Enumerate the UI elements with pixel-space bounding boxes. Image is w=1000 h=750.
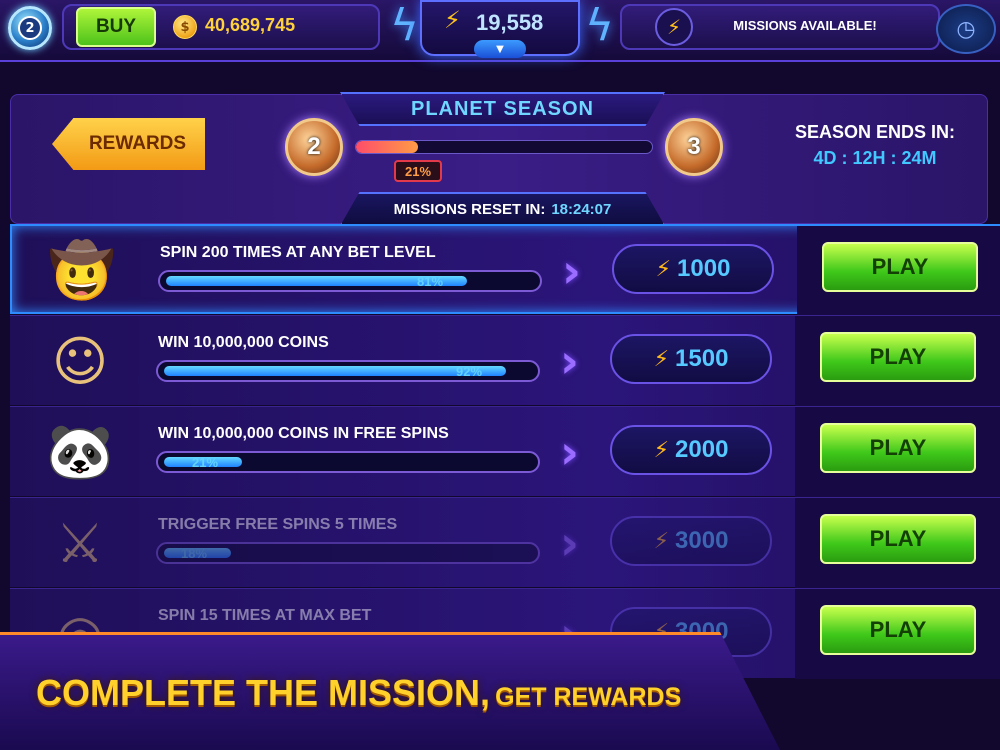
missions-reset-label: MISSIONS RESET IN:: [393, 200, 546, 218]
mission-title: WIN 10,000,000 COINS IN FREE SPINS: [158, 425, 449, 442]
promo-headline: COMPLETE THE MISSION,: [36, 672, 491, 713]
mission-progress-bar: 21%: [156, 451, 540, 473]
cowboy-avatar: 🤠: [48, 239, 116, 302]
reward-bolt-icon: ⚡: [653, 528, 670, 554]
lightning-left-icon: ϟ: [390, 0, 420, 51]
season-progress-fill: [356, 141, 419, 153]
lightning-right-icon: ϟ: [585, 0, 615, 51]
mission-reward-value: 3000: [675, 527, 729, 554]
season-progress-bar: [355, 140, 653, 154]
mission-reward-value: 1500: [675, 345, 729, 372]
mission-progress-label: 81%: [417, 274, 444, 289]
next-planet-orb: 3: [665, 118, 723, 176]
mission-reward-value: 1000: [677, 255, 731, 282]
missions-reset-tab: MISSIONS RESET IN: 18:24:07: [340, 192, 665, 226]
play-button[interactable]: PLAY: [820, 423, 976, 473]
arrow-right-icon: ›: [560, 425, 579, 479]
energy-balance: 19,558: [476, 10, 544, 35]
play-button[interactable]: PLAY: [820, 605, 976, 655]
buy-button[interactable]: BUY: [76, 7, 156, 47]
mission-reward-value: 2000: [675, 436, 729, 463]
mission-title: SPIN 15 TIMES AT MAX BET: [158, 607, 372, 624]
mission-reward: ⚡ 1500: [610, 334, 772, 384]
mission-progress-bar: 81%: [158, 270, 542, 292]
mission-title: TRIGGER FREE SPINS 5 TIMES: [158, 516, 398, 533]
arrow-right-icon: ›: [562, 244, 581, 298]
mission-progress-bar: 92%: [156, 360, 540, 382]
rewards-label: REWARDS: [88, 133, 187, 154]
season-title: PLANET SEASON: [410, 97, 595, 120]
mission-row: ⚔ TRIGGER FREE SPINS 5 TIMES 18% › ⚡ 300…: [10, 497, 1000, 588]
mission-title: SPIN 200 TIMES AT ANY BET LEVEL: [160, 244, 436, 261]
season-ends-countdown: 4D : 12H : 24M: [813, 148, 937, 168]
reward-bolt-icon: ⚡: [653, 346, 670, 372]
chevron-down-icon[interactable]: ▼: [474, 40, 526, 58]
next-planet-level: 3: [687, 133, 701, 160]
coin-icon: $: [173, 15, 197, 39]
player-level-badge[interactable]: 2: [8, 6, 52, 50]
play-button[interactable]: PLAY: [822, 242, 978, 292]
arrow-right-icon: ›: [560, 516, 579, 570]
season-title-tab: PLANET SEASON: [340, 92, 665, 126]
reward-bolt-icon: ⚡: [653, 437, 670, 463]
reward-bolt-icon: ⚡: [655, 256, 672, 282]
play-button[interactable]: PLAY: [820, 514, 976, 564]
mission-progress-label: 18%: [181, 546, 208, 561]
season-ends-label: SEASON ENDS IN:: [794, 122, 956, 142]
warrior-avatar: ⚔: [55, 511, 105, 575]
play-button[interactable]: PLAY: [820, 332, 976, 382]
bolt-icon: ⚡: [444, 6, 461, 34]
player-level: 2: [18, 16, 42, 40]
current-planet-orb: 2: [285, 118, 343, 176]
missions-available-label[interactable]: MISSIONS AVAILABLE!: [700, 18, 910, 33]
mission-reward: ⚡ 2000: [610, 425, 772, 475]
rewards-button[interactable]: REWARDS: [52, 118, 205, 170]
promo-subline: GET REWARDS: [495, 683, 682, 711]
clock-icon[interactable]: ◷: [936, 4, 996, 54]
mission-progress-bar: 18%: [156, 542, 540, 564]
mission-progress-label: 21%: [192, 455, 219, 470]
mission-reward: ⚡ 1000: [612, 244, 774, 294]
mission-reward: ⚡ 3000: [610, 516, 772, 566]
panda-avatar: 🐼: [46, 420, 114, 483]
season-progress-label: 21%: [394, 160, 442, 182]
mission-progress-label: 92%: [456, 364, 483, 379]
missions-bolt-icon: ⚡: [655, 8, 693, 46]
current-planet-level: 2: [307, 133, 321, 160]
arrow-right-icon: ›: [560, 334, 579, 388]
mission-row: 🐼 WIN 10,000,000 COINS IN FREE SPINS 21%…: [10, 406, 1000, 497]
mission-row: ☺ WIN 10,000,000 COINS 92% › ⚡ 1500 PLAY: [10, 315, 1000, 406]
mission-progress-fill: [164, 366, 506, 376]
mission-title: WIN 10,000,000 COINS: [158, 334, 329, 351]
buddha-avatar: ☺: [51, 329, 109, 393]
missions-reset-countdown: 18:24:07: [551, 200, 612, 218]
promo-banner-text: COMPLETE THE MISSION, GET REWARDS: [36, 672, 681, 714]
mission-row: 🤠 SPIN 200 TIMES AT ANY BET LEVEL 81% › …: [10, 224, 1000, 316]
coin-balance: 40,689,745: [205, 15, 296, 35]
